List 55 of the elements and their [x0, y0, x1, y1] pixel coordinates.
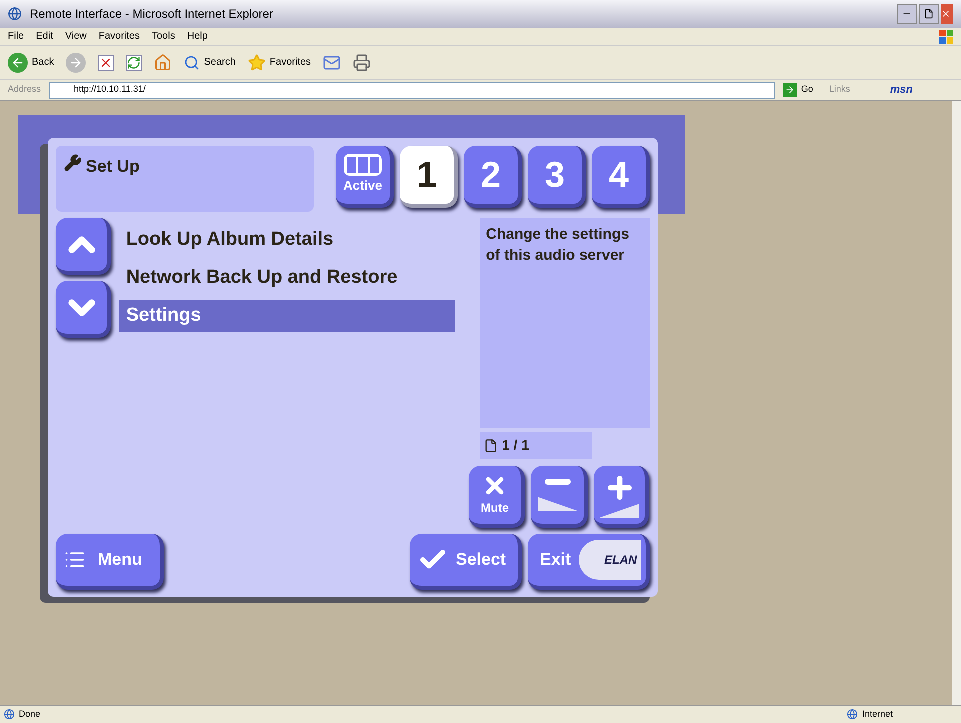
volume-up-button[interactable]	[594, 466, 649, 528]
browser-icon	[8, 7, 22, 21]
globe-icon	[847, 709, 858, 720]
menu-item[interactable]: Edit	[36, 29, 54, 44]
menu-item[interactable]: Tools	[152, 29, 176, 44]
mute-button[interactable]: Mute	[469, 466, 525, 528]
close-button[interactable]	[941, 4, 953, 24]
stop-icon[interactable]	[98, 54, 114, 70]
go-arrow-icon	[785, 85, 796, 95]
page-counter: 1 / 1	[502, 436, 530, 455]
star-icon	[248, 54, 266, 72]
close-icon	[941, 9, 951, 19]
menu-list-item[interactable]: Network Back Up and Restore	[119, 262, 456, 294]
description-panel: Change the settings of this audio server	[480, 218, 650, 428]
refresh-icon[interactable]	[126, 54, 142, 70]
menu-list-item[interactable]: Settings	[119, 300, 456, 332]
menu-button[interactable]: Menu	[56, 534, 164, 590]
print-icon[interactable]	[353, 54, 372, 72]
wrench-icon	[64, 154, 82, 172]
minus-icon	[544, 479, 570, 485]
zone-tab[interactable]: 2	[464, 146, 522, 208]
zone-tab[interactable]: 1	[400, 146, 458, 208]
volume-down-button[interactable]	[531, 466, 588, 528]
windows-logo-icon	[939, 30, 953, 44]
address-label: Address	[8, 83, 42, 96]
zone-tab[interactable]: 4	[592, 146, 650, 208]
exit-button[interactable]: Exit ELAN	[528, 534, 650, 590]
search-button[interactable]: Search	[184, 54, 236, 70]
status-text: Done	[19, 708, 41, 721]
zone-text: Internet	[862, 708, 893, 721]
menu-item[interactable]: Favorites	[98, 29, 140, 44]
active-zone-tab[interactable]: Active	[336, 146, 394, 208]
menu-item[interactable]: File	[8, 29, 24, 44]
restore-icon	[924, 9, 934, 19]
menu-item[interactable]: Help	[187, 29, 208, 44]
menu-item[interactable]: View	[65, 29, 87, 44]
restore-button[interactable]	[919, 4, 939, 24]
favorites-button[interactable]: Favorites	[248, 54, 312, 72]
select-button[interactable]: Select	[410, 534, 522, 590]
grid-icon	[344, 154, 382, 176]
address-field[interactable]: http://10.10.11.31/	[49, 82, 776, 98]
search-icon	[184, 54, 200, 70]
msn-logo[interactable]: msn	[890, 82, 913, 98]
scroll-down-button[interactable]	[56, 281, 112, 338]
zone-tab[interactable]: 3	[528, 146, 586, 208]
mail-icon[interactable]	[323, 54, 342, 72]
scroll-up-button[interactable]	[56, 218, 112, 275]
go-button[interactable]: Go	[783, 83, 814, 97]
back-button[interactable]: Back	[8, 52, 54, 72]
home-icon[interactable]	[154, 54, 172, 72]
window-title: Remote Interface - Microsoft Internet Explorer	[30, 6, 274, 23]
menu-list-item[interactable]: Look Up Album Details	[119, 224, 456, 256]
panel-title: Set Up	[86, 156, 140, 178]
back-arrow-icon	[11, 56, 25, 70]
elan-logo: ELAN	[579, 540, 642, 580]
